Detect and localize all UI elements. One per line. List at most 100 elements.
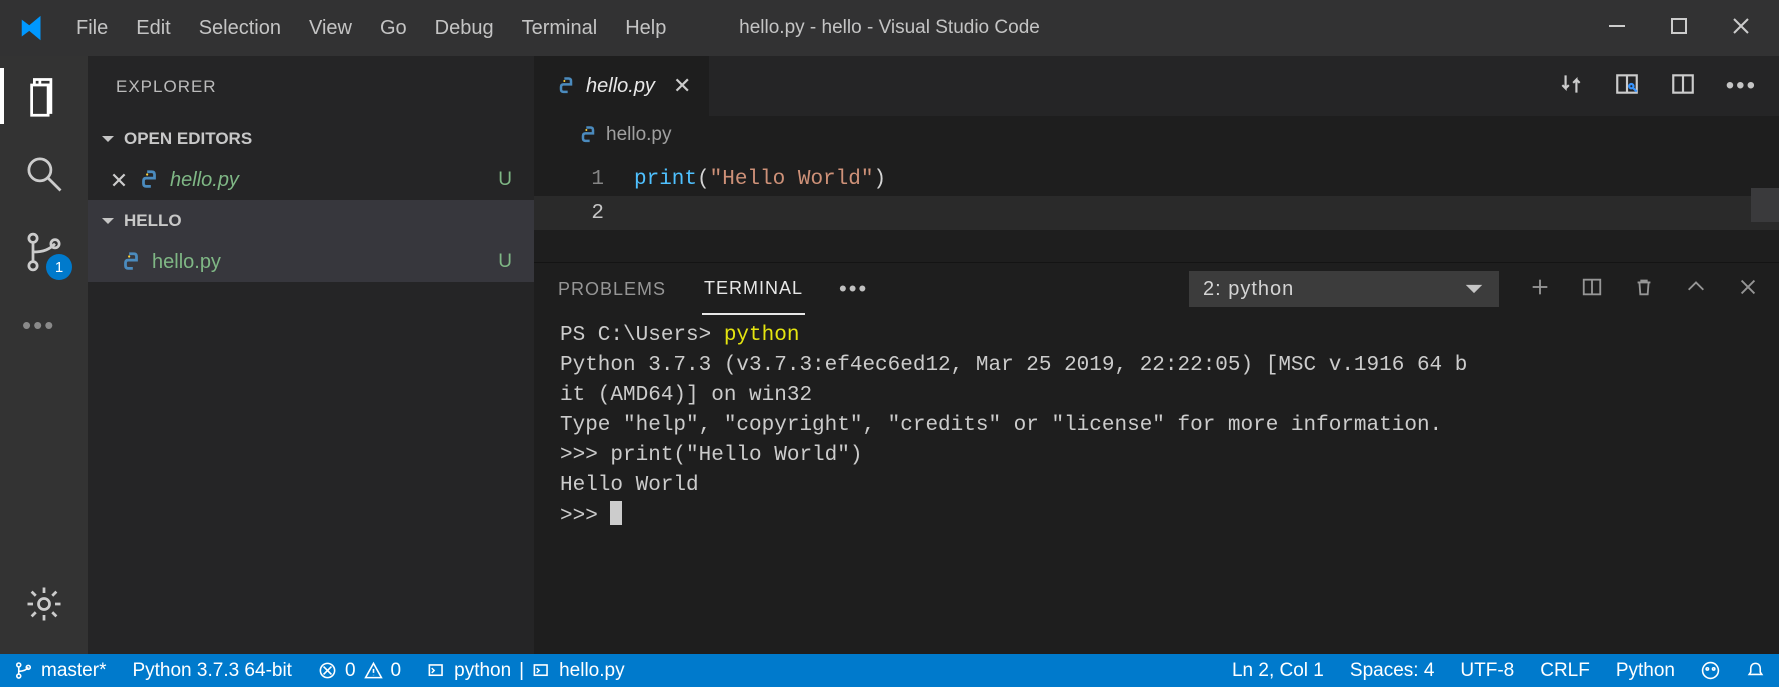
python-file-icon (120, 251, 142, 273)
folder-header[interactable]: HELLO (88, 200, 534, 242)
terminal-line: Hello World (560, 474, 699, 497)
python-file-icon (578, 125, 598, 145)
terminal-line: python (724, 324, 800, 347)
activity-search-icon[interactable] (22, 152, 66, 196)
open-editor-item[interactable]: hello.py U (88, 160, 534, 200)
status-branch[interactable]: master* (14, 660, 106, 682)
panel-tab-problems[interactable]: PROBLEMS (556, 263, 668, 315)
status-problems[interactable]: 0 0 (318, 660, 401, 682)
split-editor-icon[interactable] (1670, 71, 1696, 102)
status-eol[interactable]: CRLF (1540, 660, 1590, 682)
activity-bar: 1 ••• (0, 56, 88, 654)
sidebar-title: EXPLORER (88, 56, 534, 118)
open-editor-filename: hello.py (170, 169, 239, 192)
kill-terminal-icon[interactable] (1633, 276, 1655, 303)
terminal-select-value: 2: python (1203, 278, 1294, 301)
chevron-down-icon (100, 131, 116, 147)
git-status-marker: U (498, 169, 512, 191)
editor-group: hello.py ✕ ••• hello.py 1 print("Hello W… (534, 56, 1779, 654)
code-editor[interactable]: 1 print("Hello World") 2 (534, 154, 1779, 262)
status-run-target[interactable]: python | hello.py (427, 660, 624, 682)
status-lncol[interactable]: Ln 2, Col 1 (1232, 660, 1324, 682)
close-panel-icon[interactable] (1737, 276, 1759, 303)
terminal-output[interactable]: PS C:\Users> python Python 3.7.3 (v3.7.3… (534, 315, 1779, 654)
close-editor-icon[interactable] (110, 171, 128, 189)
terminal-line: it (AMD64)] on win32 (560, 384, 812, 407)
terminal-line: PS C:\Users> (560, 324, 724, 347)
minimap[interactable] (1751, 188, 1779, 222)
code-token: ( (697, 168, 710, 191)
status-feedback-icon[interactable] (1701, 661, 1720, 680)
menu-view[interactable]: View (309, 17, 352, 40)
git-status-marker: U (498, 251, 512, 273)
window-controls (1607, 16, 1779, 41)
terminal-line: Type "help", "copyright", "credits" or "… (560, 414, 1442, 437)
menu-terminal[interactable]: Terminal (522, 17, 598, 40)
chevron-down-icon (100, 213, 116, 229)
editor-actions: ••• (1558, 56, 1779, 116)
panel-tab-terminal[interactable]: TERMINAL (702, 263, 805, 315)
status-errors-count: 0 (345, 660, 356, 682)
tab-close-icon[interactable]: ✕ (673, 73, 691, 99)
tab-label: hello.py (586, 75, 655, 98)
open-editors-label: OPEN EDITORS (124, 129, 252, 149)
status-language[interactable]: Python (1616, 660, 1675, 682)
terminal-line: >>> print("Hello World") (560, 444, 862, 467)
status-warnings-count: 0 (391, 660, 402, 682)
menu-selection[interactable]: Selection (199, 17, 281, 40)
compare-changes-icon[interactable] (1558, 71, 1584, 102)
code-line-1[interactable]: 1 print("Hello World") (534, 162, 1779, 196)
open-preview-icon[interactable] (1614, 71, 1640, 102)
status-spaces[interactable]: Spaces: 4 (1350, 660, 1435, 682)
status-branch-label: master* (41, 660, 106, 682)
open-editors-header[interactable]: OPEN EDITORS (88, 118, 534, 160)
menu-edit[interactable]: Edit (136, 17, 170, 40)
status-python-env[interactable]: Python 3.7.3 64-bit (132, 660, 292, 682)
status-run-target-shell: python (454, 660, 511, 682)
close-window-button[interactable] (1731, 16, 1751, 41)
code-token: "Hello World" (710, 168, 874, 191)
scm-badge: 1 (46, 254, 72, 280)
split-terminal-icon[interactable] (1581, 276, 1603, 303)
status-notifications-icon[interactable] (1746, 661, 1765, 680)
title-bar: File Edit Selection View Go Debug Termin… (0, 0, 1779, 56)
menu-go[interactable]: Go (380, 17, 407, 40)
chevron-down-icon (1463, 278, 1485, 300)
new-terminal-icon[interactable] (1529, 276, 1551, 303)
code-token: print (634, 168, 697, 191)
code-token: ) (873, 168, 886, 191)
menu-file[interactable]: File (76, 17, 108, 40)
code-line-2[interactable]: 2 (534, 196, 1779, 230)
activity-more-icon[interactable]: ••• (22, 310, 66, 354)
editor-more-icon[interactable]: ••• (1726, 72, 1757, 100)
maximize-button[interactable] (1669, 16, 1689, 41)
python-file-icon (138, 169, 160, 191)
activity-scm-icon[interactable]: 1 (22, 230, 66, 274)
tab-hello-py[interactable]: hello.py ✕ (534, 56, 709, 116)
status-python-env-label: Python 3.7.3 64-bit (132, 660, 292, 682)
terminal-select[interactable]: 2: python (1189, 271, 1499, 307)
folder-label: HELLO (124, 211, 182, 231)
menu-help[interactable]: Help (625, 17, 666, 40)
terminal-line: >>> (560, 505, 610, 528)
status-run-target-file: hello.py (559, 660, 625, 682)
maximize-panel-icon[interactable] (1685, 276, 1707, 303)
breadcrumb-file: hello.py (606, 124, 672, 146)
sidebar-explorer: EXPLORER OPEN EDITORS hello.py U HELLO h… (88, 56, 534, 654)
panel: PROBLEMS TERMINAL ••• 2: python PS C:\Us… (534, 262, 1779, 654)
activity-settings-icon[interactable] (22, 582, 66, 626)
menu-debug[interactable]: Debug (435, 17, 494, 40)
python-file-icon (556, 76, 576, 96)
panel-more-icon[interactable]: ••• (839, 276, 868, 302)
line-number: 1 (534, 168, 634, 191)
activity-explorer-icon[interactable] (22, 74, 66, 118)
menu-bar: File Edit Selection View Go Debug Termin… (76, 17, 666, 40)
minimize-button[interactable] (1607, 16, 1627, 41)
editor-tabs: hello.py ✕ ••• (534, 56, 1779, 116)
line-number: 2 (534, 202, 634, 225)
status-encoding[interactable]: UTF-8 (1460, 660, 1514, 682)
terminal-cursor (610, 501, 622, 525)
folder-file-item[interactable]: hello.py U (88, 242, 534, 282)
breadcrumb[interactable]: hello.py (534, 116, 1779, 154)
vscode-logo-icon (18, 13, 48, 43)
